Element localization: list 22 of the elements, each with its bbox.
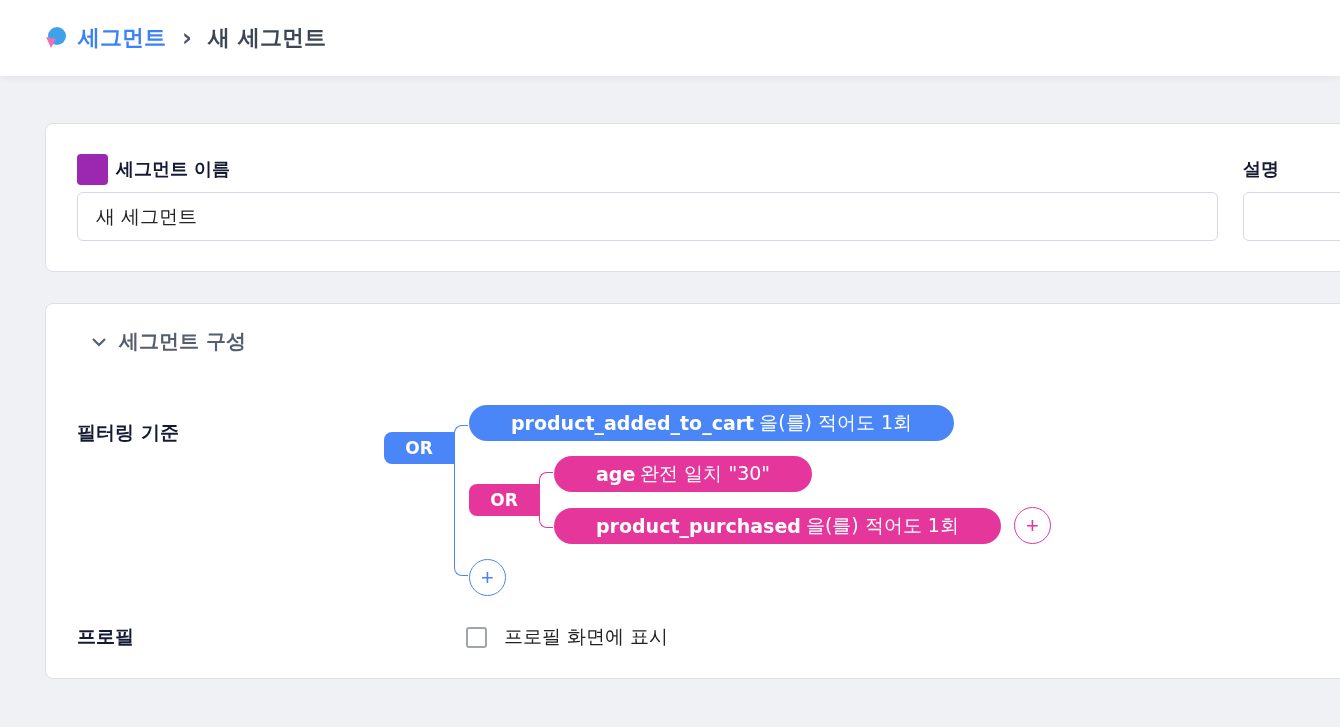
field-label: 세그먼트 이름 <box>116 157 231 181</box>
row-label: 필터링 기준 <box>77 420 180 445</box>
group-bracket <box>539 472 553 528</box>
name-input[interactable]: 새 세그먼트 <box>77 192 1218 241</box>
breadcrumb-link[interactable]: 세그먼트 <box>78 23 166 53</box>
operator-tag[interactable]: OR <box>469 484 539 516</box>
filter-condition-chip[interactable]: product_purchased 을(를) 적어도 1회 <box>554 508 1001 544</box>
operator-tag[interactable]: OR <box>384 432 454 464</box>
filter-condition-chip[interactable]: product_added_to_cart 을(를) 적어도 1회 <box>469 405 955 441</box>
logo-icon <box>44 26 68 50</box>
field-label: 설명 <box>1243 157 1279 181</box>
row-label: 프로필 <box>77 624 135 649</box>
add-condition-button[interactable]: + <box>1013 507 1051 544</box>
checkbox-label: 프로필 화면에 표시 <box>504 624 669 649</box>
filter-condition-chip[interactable]: age 완전 일치 "30" <box>554 456 813 492</box>
chevron-icon <box>91 336 107 347</box>
page-title: 새 세그먼트 <box>207 24 326 52</box>
add-condition-button[interactable]: + <box>469 559 506 596</box>
section-toggle[interactable]: 세그먼트 구성 <box>77 328 246 355</box>
color-swatch[interactable] <box>77 153 108 185</box>
checkbox[interactable] <box>466 626 487 648</box>
breadcrumb-separator: › <box>182 24 192 52</box>
